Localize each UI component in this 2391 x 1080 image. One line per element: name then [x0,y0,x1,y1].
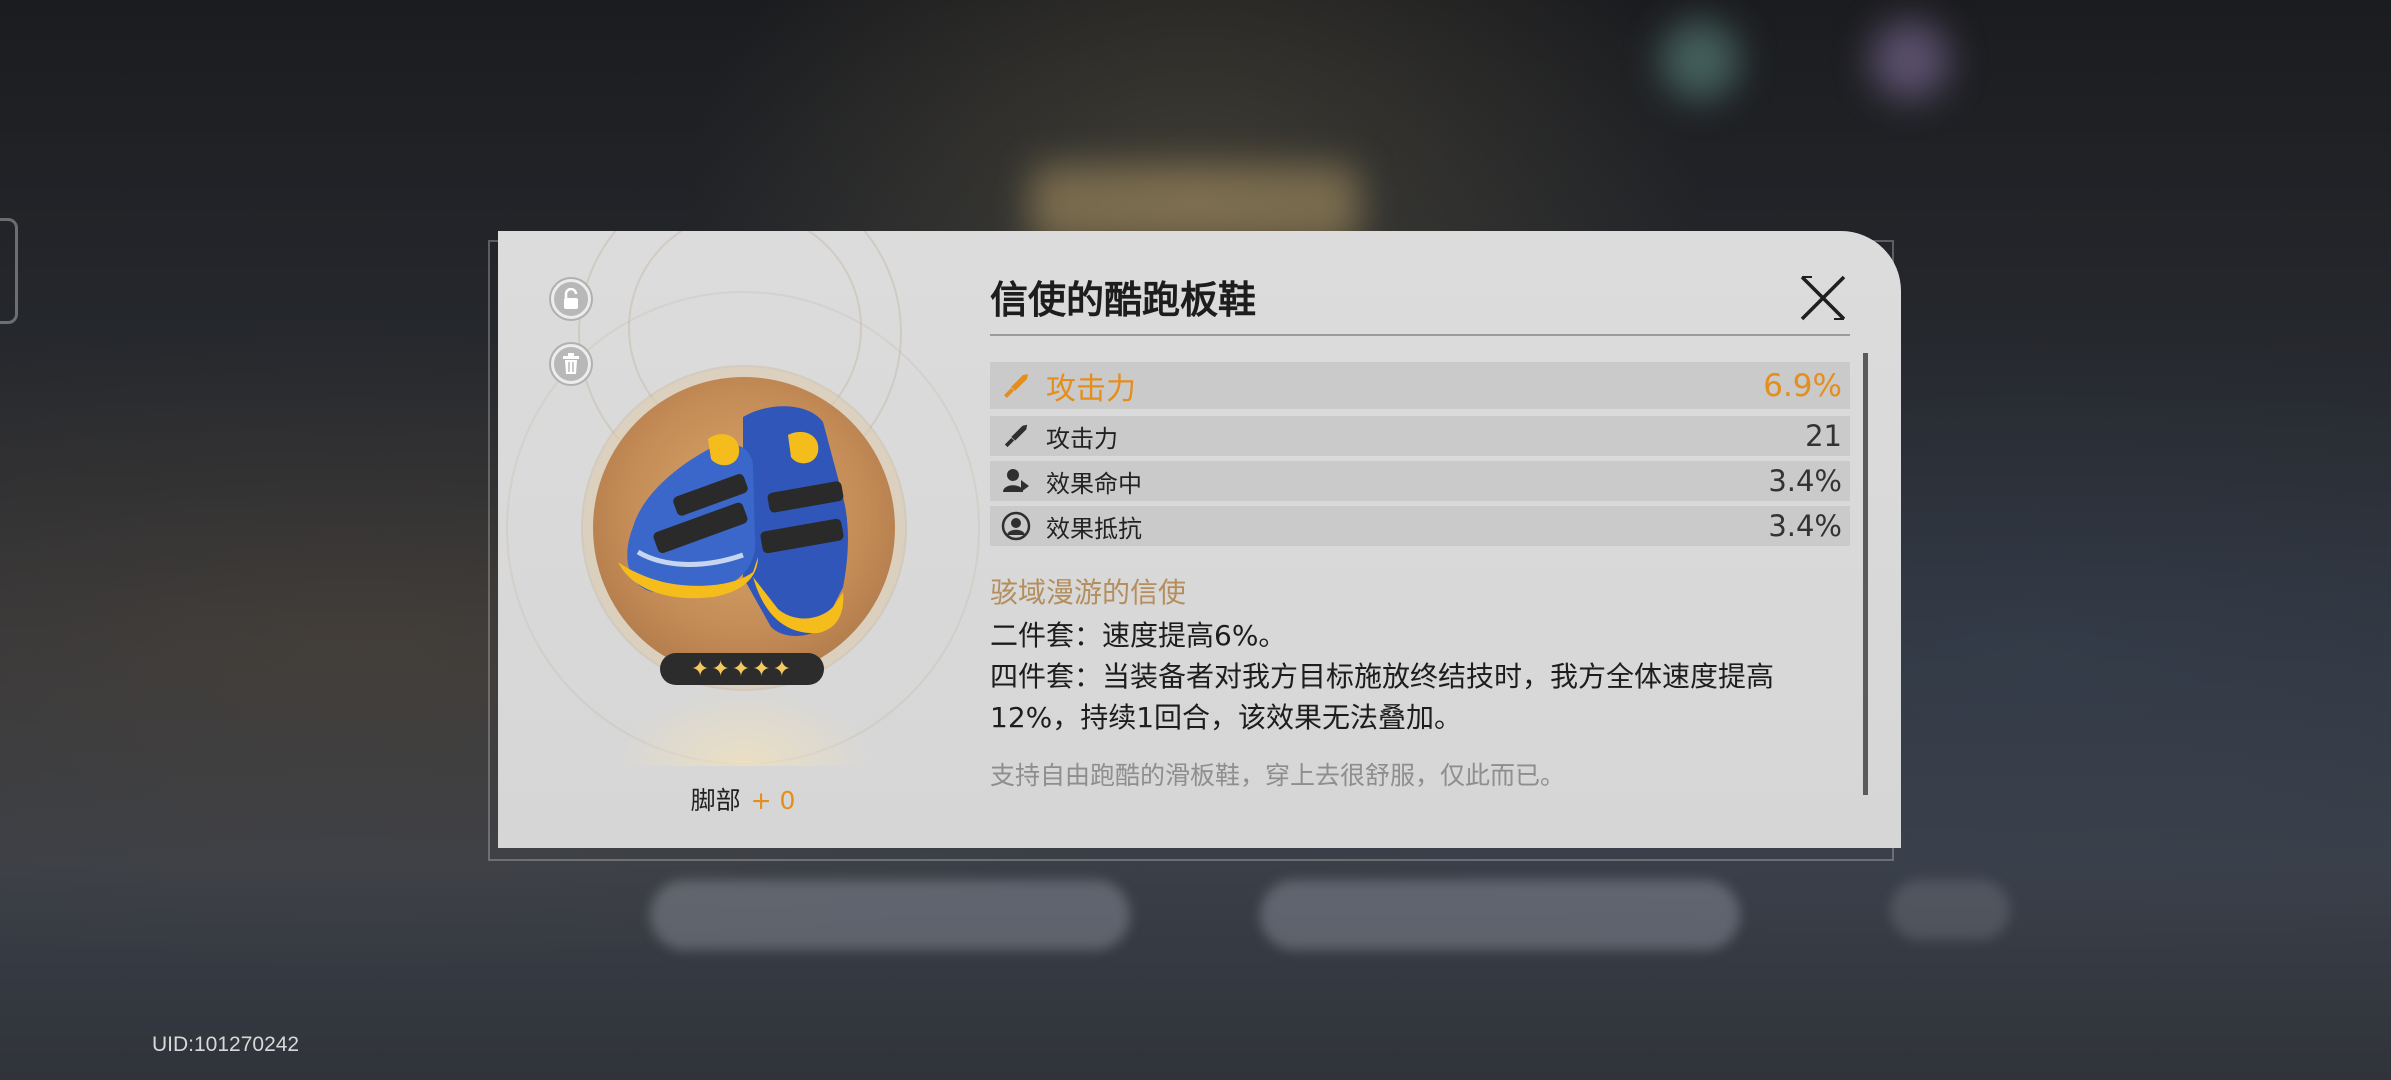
sub-stat-row: 攻击力 21 [990,416,1850,456]
rarity-stars: ✦✦✦✦✦ [660,653,824,685]
flavor-text: 支持自由跑酷的滑板鞋，穿上去很舒服，仅此而已。 [990,761,1566,790]
pedestal-glow [616,686,872,766]
close-button[interactable] [1798,273,1848,323]
bg-blur-button [650,880,1130,950]
side-tab-edge[interactable] [0,218,18,324]
main-stat-row: 攻击力 6.9% [990,362,1850,409]
four-piece-effect: 四件套：当装备者对我方目标施放终结技时，我方全体速度提高12%，持续1回合，该效… [990,660,1775,734]
close-icon [1800,275,1846,321]
bg-blur-button [1890,880,2010,940]
slot-and-level: 脚部 + 0 [498,781,988,817]
discard-button[interactable] [551,344,591,384]
skate-shoes-icon [618,406,848,636]
sub-stat-value: 21 [1805,419,1842,453]
lock-button[interactable] [551,279,591,319]
sword-icon [998,368,1034,404]
two-piece-effect: 二件套：速度提高6%。 [990,619,1287,652]
effect-res-icon [998,508,1034,544]
sub-stat-name: 效果抵抗 [1046,514,1142,543]
set-name: 骇域漫游的信使 [990,576,1187,609]
sword-icon [998,418,1034,454]
set-effects: 二件套：速度提高6%。 四件套：当装备者对我方目标施放终结技时，我方全体速度提高… [990,615,1850,738]
sub-stat-value: 3.4% [1768,464,1842,498]
relic-name: 信使的酷跑板鞋 [990,278,1257,322]
relic-portrait [593,377,895,679]
sub-stat-row: 效果抵抗 3.4% [990,506,1850,546]
effect-hit-icon [998,463,1034,499]
sub-stat-row: 效果命中 3.4% [990,461,1850,501]
scrollbar[interactable] [1863,353,1868,795]
relic-level: + 0 [750,786,796,815]
lock-icon [564,288,578,309]
sub-stat-name: 效果命中 [1046,469,1142,498]
bg-blur-orb [1870,20,1950,100]
trash-icon [563,353,579,374]
sub-stat-value: 3.4% [1768,509,1842,543]
title-divider [990,334,1850,336]
main-stat-value: 6.9% [1763,367,1842,404]
relic-detail-dialog: ✦✦✦✦✦ 脚部 + 0 信使的酷跑板鞋 攻击力 6.9% 攻击力 21 效果命… [498,231,1901,848]
bg-blur-orb [1660,20,1740,100]
slot-label: 脚部 [690,786,741,815]
bg-blur-button [1260,880,1740,950]
main-stat-name: 攻击力 [1046,371,1136,407]
sub-stat-name: 攻击力 [1046,424,1118,453]
uid-label: UID:101270242 [152,1033,300,1056]
